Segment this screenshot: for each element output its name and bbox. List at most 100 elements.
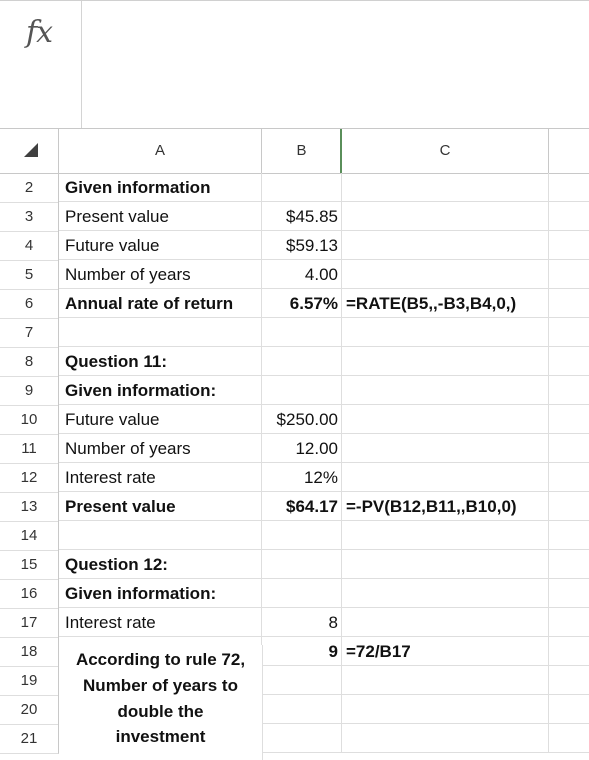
column-header-a[interactable]: A (59, 129, 262, 173)
row-header[interactable]: 4 (0, 231, 59, 261)
column-header-b[interactable]: B (262, 129, 342, 173)
cell-a[interactable]: Future value (59, 405, 262, 434)
column-header-d[interactable] (549, 129, 589, 173)
cell-a[interactable]: Given information: (59, 376, 262, 405)
column-header-c[interactable]: C (342, 129, 549, 173)
cell-a[interactable] (59, 318, 262, 347)
cell-c[interactable] (342, 347, 549, 376)
cell-b[interactable]: 4.00 (262, 260, 342, 289)
cell-c[interactable] (342, 376, 549, 405)
cell-a[interactable]: Present value (59, 202, 262, 231)
row-header[interactable]: 14 (0, 521, 59, 551)
row-header[interactable]: 20 (0, 695, 59, 725)
cell-b[interactable] (262, 579, 342, 608)
cell-c[interactable] (342, 463, 549, 492)
cell-d[interactable] (549, 405, 589, 434)
cell-b[interactable] (262, 376, 342, 405)
row-header[interactable]: 12 (0, 463, 59, 493)
cell-b[interactable]: 9 (262, 637, 342, 666)
cell-c[interactable] (342, 202, 549, 231)
cell-a[interactable] (59, 521, 262, 550)
row-header[interactable]: 2 (0, 173, 59, 203)
cell-c[interactable]: =RATE(B5,,-B3,B4,0,) (342, 289, 549, 318)
row-header[interactable]: 16 (0, 579, 59, 609)
cell-d[interactable] (549, 463, 589, 492)
cell-d[interactable] (549, 202, 589, 231)
cell-c[interactable] (342, 434, 549, 463)
cell-c[interactable] (342, 173, 549, 202)
cell-d[interactable] (549, 318, 589, 347)
cell-d[interactable] (549, 521, 589, 550)
cell-a[interactable]: Annual rate of return (59, 289, 262, 318)
row-header[interactable]: 13 (0, 492, 59, 522)
cell-c[interactable] (342, 724, 549, 753)
cell-d[interactable] (549, 347, 589, 376)
cell-b[interactable] (262, 173, 342, 202)
cell-a[interactable]: Future value (59, 231, 262, 260)
cell-d[interactable] (549, 579, 589, 608)
cell-a[interactable]: Interest rate (59, 463, 262, 492)
row-header[interactable]: 19 (0, 666, 59, 696)
cell-d[interactable] (549, 550, 589, 579)
row-header[interactable]: 9 (0, 376, 59, 406)
cell-b[interactable]: 6.57% (262, 289, 342, 318)
formula-input[interactable] (82, 1, 589, 129)
cell-a[interactable]: Given information (59, 173, 262, 202)
cell-c[interactable] (342, 231, 549, 260)
insert-function-button[interactable]: fx (0, 1, 82, 129)
row-header[interactable]: 3 (0, 202, 59, 232)
cell-a[interactable]: Question 12: (59, 550, 262, 579)
cell-b[interactable]: $45.85 (262, 202, 342, 231)
row-header[interactable]: 8 (0, 347, 59, 377)
row-header[interactable]: 15 (0, 550, 59, 580)
cell-b[interactable] (262, 550, 342, 579)
cell-d[interactable] (549, 666, 589, 695)
cell-d[interactable] (549, 231, 589, 260)
cell-b[interactable] (262, 318, 342, 347)
cell-b[interactable] (262, 347, 342, 376)
row-header[interactable]: 11 (0, 434, 59, 464)
cell-a[interactable]: Present value (59, 492, 262, 521)
cell-d[interactable] (549, 608, 589, 637)
cell-c[interactable] (342, 608, 549, 637)
row-header[interactable]: 17 (0, 608, 59, 638)
cell-b[interactable] (262, 695, 342, 724)
cell-c[interactable] (342, 521, 549, 550)
cell-b[interactable] (262, 666, 342, 695)
cell-c[interactable] (342, 579, 549, 608)
cell-d[interactable] (549, 637, 589, 666)
cell-d[interactable] (549, 695, 589, 724)
cell-c[interactable]: =-PV(B12,B11,,B10,0) (342, 492, 549, 521)
merged-cell-a18-a21[interactable]: According to rule 72, Number of years to… (59, 645, 263, 760)
row-header[interactable]: 18 (0, 637, 59, 667)
cell-b[interactable]: $64.17 (262, 492, 342, 521)
cell-a[interactable]: Number of years (59, 434, 262, 463)
row-header[interactable]: 10 (0, 405, 59, 435)
cell-c[interactable] (342, 695, 549, 724)
cell-d[interactable] (549, 492, 589, 521)
cell-d[interactable] (549, 724, 589, 753)
cell-b[interactable]: 12.00 (262, 434, 342, 463)
cell-c[interactable] (342, 550, 549, 579)
cell-a[interactable]: Number of years (59, 260, 262, 289)
cell-a[interactable]: Interest rate (59, 608, 262, 637)
cell-d[interactable] (549, 376, 589, 405)
cell-b[interactable]: 8 (262, 608, 342, 637)
cell-a[interactable]: Question 11: (59, 347, 262, 376)
select-all-button[interactable] (0, 129, 59, 173)
cell-b[interactable]: $250.00 (262, 405, 342, 434)
cell-a[interactable]: Given information: (59, 579, 262, 608)
cell-b[interactable]: $59.13 (262, 231, 342, 260)
row-header[interactable]: 7 (0, 318, 59, 348)
cell-c[interactable] (342, 318, 549, 347)
cell-d[interactable] (549, 289, 589, 318)
cell-d[interactable] (549, 434, 589, 463)
cell-d[interactable] (549, 260, 589, 289)
cell-b[interactable] (262, 521, 342, 550)
cell-c[interactable] (342, 260, 549, 289)
row-header[interactable]: 5 (0, 260, 59, 290)
cell-c[interactable]: =72/B17 (342, 637, 549, 666)
cell-c[interactable] (342, 405, 549, 434)
cell-c[interactable] (342, 666, 549, 695)
row-header[interactable]: 21 (0, 724, 59, 754)
